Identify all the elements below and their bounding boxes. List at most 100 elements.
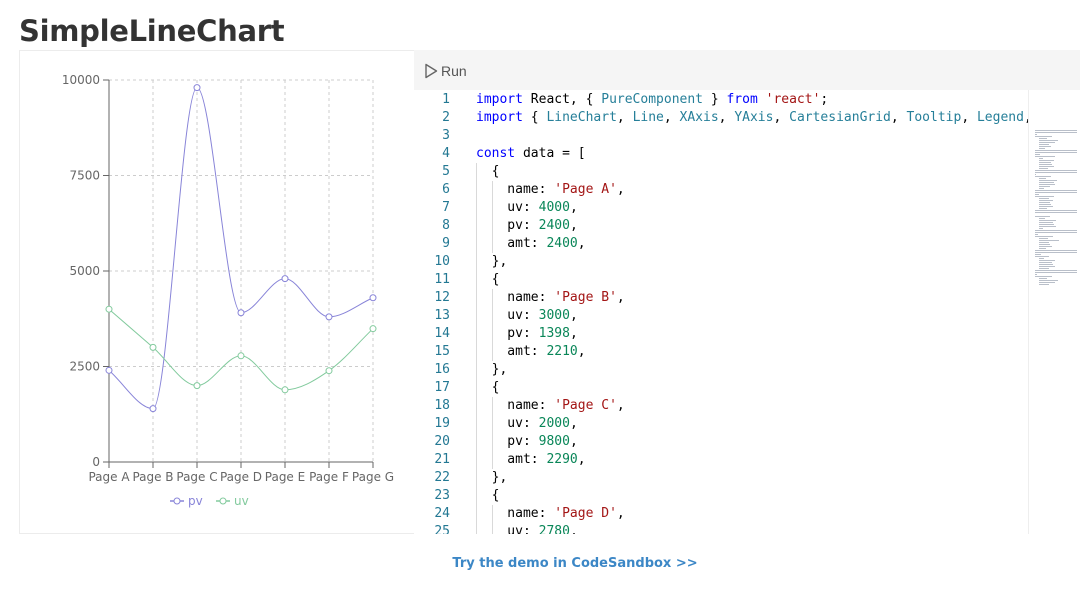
code-line: 5 { bbox=[414, 163, 1028, 181]
data-point-pv bbox=[193, 84, 201, 92]
minimap-line bbox=[1039, 142, 1055, 143]
code-line: 11 { bbox=[414, 271, 1028, 289]
line-number: 25 bbox=[434, 524, 450, 534]
indent-guide bbox=[476, 487, 477, 505]
minimap-line bbox=[1039, 240, 1059, 241]
data-point-uv bbox=[193, 382, 201, 390]
indent-guide bbox=[476, 397, 477, 415]
code-text: }, bbox=[476, 254, 508, 269]
line-number: 19 bbox=[434, 416, 450, 431]
play-icon bbox=[425, 63, 438, 79]
code-text: { bbox=[476, 272, 500, 287]
indent-guide bbox=[491, 181, 493, 199]
minimap-line bbox=[1039, 198, 1049, 199]
code-text: name: 'Page D', bbox=[476, 506, 625, 521]
code-line: 7 uv: 4000, bbox=[414, 199, 1028, 217]
minimap-line bbox=[1035, 232, 1077, 233]
minimap-line bbox=[1035, 176, 1051, 177]
minimap-line bbox=[1039, 218, 1045, 219]
y-tick-label: 10000 bbox=[62, 73, 100, 87]
code-line: 8 pv: 2400, bbox=[414, 217, 1028, 235]
minimap-line bbox=[1035, 254, 1041, 255]
indent-guide bbox=[476, 451, 477, 469]
minimap-line bbox=[1035, 210, 1077, 211]
minimap-line bbox=[1039, 158, 1043, 159]
line-number: 24 bbox=[434, 506, 450, 521]
code-text: { bbox=[476, 380, 500, 395]
minimap-line bbox=[1035, 136, 1052, 137]
code-text: name: 'Page C', bbox=[476, 398, 625, 413]
data-point-pv bbox=[237, 309, 245, 317]
minimap-line bbox=[1035, 152, 1077, 153]
minimap-line bbox=[1035, 252, 1077, 253]
line-number: 14 bbox=[434, 326, 450, 341]
chart-legend: pv uv bbox=[170, 494, 249, 508]
minimap-line bbox=[1039, 260, 1055, 261]
run-button[interactable]: Run bbox=[424, 61, 467, 81]
indent-guide bbox=[476, 289, 477, 307]
line-chart[interactable]: 025005000750010000Page A Page B Page C Page… bbox=[20, 51, 415, 535]
data-point-uv bbox=[237, 352, 245, 360]
minimap-line bbox=[1039, 224, 1054, 225]
code-editor[interactable]: 1 import React, { PureComponent } from 'r… bbox=[414, 90, 1028, 534]
editor-minimap[interactable] bbox=[1028, 90, 1080, 534]
indent-guide bbox=[476, 433, 477, 451]
code-line: 13 uv: 3000, bbox=[414, 307, 1028, 325]
indent-guide bbox=[476, 361, 477, 379]
indent-guide bbox=[476, 253, 477, 271]
data-point-pv bbox=[281, 275, 289, 283]
line-number: 11 bbox=[434, 272, 450, 287]
x-tick-label: Page G bbox=[352, 470, 394, 484]
code-line: 1 import React, { PureComponent } from 'r… bbox=[414, 91, 1028, 109]
code-line: 21 amt: 2290, bbox=[414, 451, 1028, 469]
line-number: 7 bbox=[442, 200, 450, 215]
line-number: 17 bbox=[434, 380, 450, 395]
legend-icon-pv-marker bbox=[173, 497, 181, 505]
x-tick-label: Page D bbox=[220, 470, 262, 484]
minimap-line bbox=[1035, 212, 1077, 213]
y-tick-label: 7500 bbox=[69, 169, 100, 183]
line-number: 6 bbox=[442, 182, 450, 197]
indent-guide bbox=[476, 343, 477, 361]
line-number: 3 bbox=[442, 128, 450, 143]
indent-guide bbox=[476, 469, 477, 487]
y-tick-label: 5000 bbox=[69, 264, 100, 278]
minimap-line bbox=[1039, 278, 1047, 279]
codesandbox-demo-link[interactable]: Try the demo in CodeSandbox >> bbox=[0, 556, 1080, 571]
minimap-line bbox=[1039, 264, 1053, 265]
indent-guide bbox=[491, 505, 493, 523]
code-text: { bbox=[476, 488, 500, 503]
code-text: import { LineChart, Line, XAxis, YAxis, … bbox=[476, 110, 1028, 125]
data-point-uv bbox=[105, 305, 113, 313]
indent-guide bbox=[491, 199, 493, 217]
indent-guide bbox=[491, 397, 493, 415]
minimap-line bbox=[1039, 280, 1058, 281]
code-line: 18 name: 'Page C', bbox=[414, 397, 1028, 415]
minimap-line bbox=[1039, 206, 1053, 207]
x-tick-label: Page A bbox=[88, 470, 130, 484]
minimap-line bbox=[1035, 234, 1038, 235]
minimap-line bbox=[1039, 202, 1050, 203]
code-line: 19 uv: 2000, bbox=[414, 415, 1028, 433]
line-number: 1 bbox=[442, 92, 450, 107]
minimap-line bbox=[1039, 246, 1052, 247]
minimap-line bbox=[1039, 228, 1043, 229]
legend-label-pv: pv bbox=[188, 494, 203, 508]
indent-guide bbox=[491, 433, 493, 451]
line-number: 10 bbox=[434, 254, 450, 269]
line-number: 2 bbox=[442, 110, 450, 125]
minimap-line bbox=[1035, 134, 1037, 135]
indent-guide bbox=[476, 181, 477, 199]
code-text: }, bbox=[476, 362, 508, 377]
minimap-line bbox=[1039, 248, 1046, 249]
minimap-line bbox=[1035, 154, 1040, 155]
code-line: 6 name: 'Page A', bbox=[414, 181, 1028, 199]
code-line: 17 { bbox=[414, 379, 1028, 397]
line-number: 12 bbox=[434, 290, 450, 305]
minimap-line bbox=[1039, 268, 1049, 269]
minimap-line bbox=[1035, 272, 1077, 273]
minimap-line bbox=[1035, 236, 1053, 237]
minimap-line bbox=[1039, 138, 1047, 139]
line-number: 8 bbox=[442, 218, 450, 233]
minimap-line bbox=[1039, 238, 1048, 239]
